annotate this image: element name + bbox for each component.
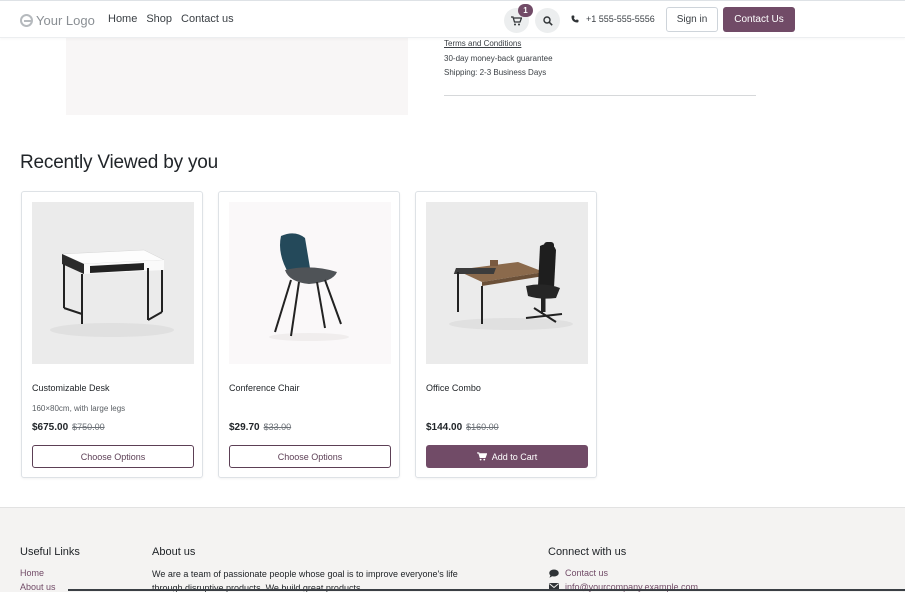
bottom-bar: [68, 589, 905, 591]
product-name[interactable]: Conference Chair: [229, 383, 300, 393]
cart-icon: [476, 452, 487, 461]
choose-options-button[interactable]: Choose Options: [32, 445, 194, 468]
product-name[interactable]: Office Combo: [426, 383, 481, 393]
site-header: Your Logo Home Shop Contact us 1 +1 555-…: [0, 0, 905, 38]
product-price: $675.00: [32, 422, 69, 433]
contact-us-link: Contact us: [565, 568, 609, 578]
contact-us-button[interactable]: Contact Us: [723, 7, 795, 32]
footer-contact-us[interactable]: Contact us: [549, 568, 608, 578]
main-nav: Home Shop Contact us: [108, 13, 243, 25]
footer-link-home[interactable]: Home: [20, 568, 44, 578]
footer-link-about-us[interactable]: About us: [20, 582, 56, 592]
comment-icon: [549, 569, 559, 578]
phone-contact[interactable]: +1 555-555-5556: [571, 14, 655, 24]
price-row: $29.70 $33.00: [229, 422, 291, 433]
product-price: $144.00: [426, 422, 463, 433]
search-button[interactable]: [535, 8, 560, 33]
site-footer: Useful Links Home About us About us We a…: [0, 507, 905, 592]
product-name[interactable]: Customizable Desk: [32, 383, 110, 393]
about-us-heading: About us: [152, 546, 196, 558]
add-to-cart-label: Add to Cart: [491, 451, 538, 462]
product-card-office-combo[interactable]: Office Combo $144.00 $160.00 Add to Cart: [415, 191, 597, 478]
cart-button[interactable]: 1: [504, 4, 533, 33]
price-row: $675.00 $750.00: [32, 422, 105, 433]
product-card-conference-chair[interactable]: Conference Chair $29.70 $33.00 Choose Op…: [218, 191, 400, 478]
nav-home[interactable]: Home: [108, 13, 137, 25]
useful-links-heading: Useful Links: [20, 546, 80, 558]
product-old-price: $160.00: [466, 422, 499, 432]
cart-icon: [511, 15, 522, 25]
logo-text: Your Logo: [36, 12, 95, 28]
section-title: Recently Viewed by you: [20, 152, 219, 173]
connect-heading: Connect with us: [548, 546, 627, 558]
product-old-price: $750.00: [72, 422, 105, 432]
cart-count-badge: 1: [518, 4, 533, 17]
guarantee-text: 30-day money-back guarantee: [444, 54, 553, 63]
choose-options-button[interactable]: Choose Options: [229, 445, 391, 468]
product-description: 160×80cm, with large legs: [32, 404, 126, 413]
site-logo[interactable]: Your Logo: [20, 12, 95, 28]
product-card-customizable-desk[interactable]: Customizable Desk 160×80cm, with large l…: [21, 191, 203, 478]
chair-image[interactable]: [229, 202, 391, 364]
desk-chair-combo-image[interactable]: [426, 202, 588, 364]
phone-icon: [571, 15, 579, 23]
logo-mark-icon: [20, 13, 33, 27]
phone-number: +1 555-555-5556: [586, 14, 655, 24]
product-image-area: [66, 36, 408, 115]
add-to-cart-button[interactable]: Add to Cart: [426, 445, 588, 468]
price-row: $144.00 $160.00: [426, 422, 499, 433]
divider: [444, 95, 756, 96]
desk-image[interactable]: [32, 202, 194, 364]
shipping-text: Shipping: 2-3 Business Days: [444, 68, 547, 77]
search-icon: [542, 15, 553, 26]
sign-in-button[interactable]: Sign in: [666, 7, 718, 32]
terms-link[interactable]: Terms and Conditions: [444, 39, 521, 48]
nav-shop[interactable]: Shop: [146, 13, 172, 25]
product-old-price: $33.00: [263, 422, 292, 432]
nav-contact-us[interactable]: Contact us: [181, 13, 234, 25]
product-price: $29.70: [229, 422, 260, 433]
